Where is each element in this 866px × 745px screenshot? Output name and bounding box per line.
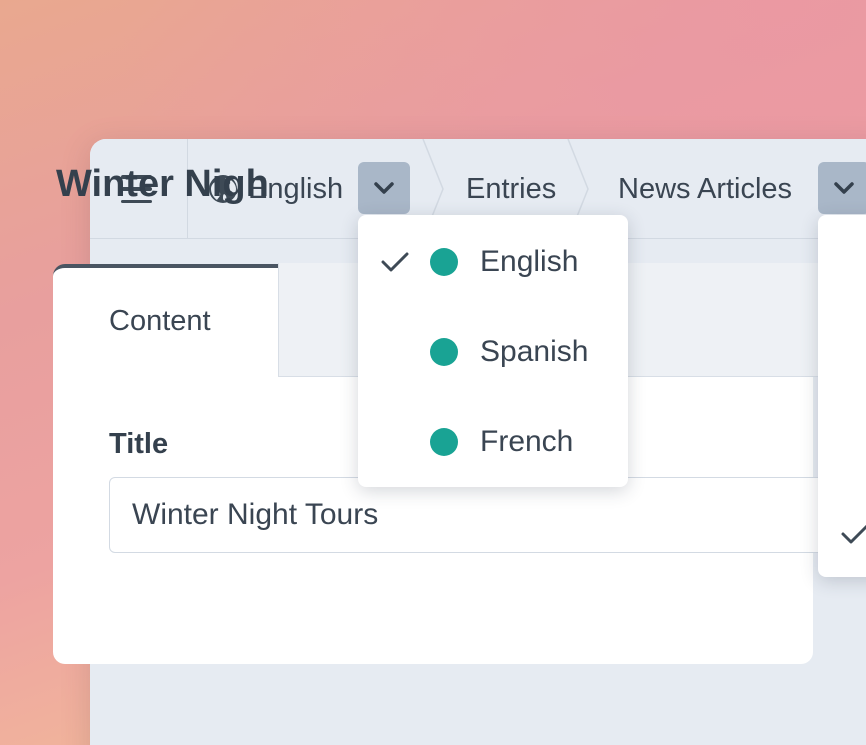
language-option-french[interactable]: French	[358, 397, 628, 487]
collection-dropdown-button[interactable]	[818, 162, 866, 214]
language-option-label: English	[480, 245, 579, 278]
breadcrumb-entries-label: Entries	[466, 172, 557, 205]
status-dot	[430, 428, 458, 456]
breadcrumb-collection-label: News Articles	[618, 172, 793, 205]
title-field-label: Title	[109, 428, 169, 460]
chevron-down-icon	[834, 182, 854, 194]
tab-content[interactable]: Content	[109, 305, 211, 338]
title-field[interactable]: Winter Night Tours	[109, 477, 829, 553]
status-dot	[430, 248, 458, 276]
title-field-value: Winter Night Tours	[132, 498, 379, 531]
language-dropdown-menu: English Spanish French	[358, 215, 628, 487]
check-icon	[381, 252, 409, 272]
page-title: Winter Nigh	[56, 163, 269, 205]
language-option-label: French	[480, 425, 574, 458]
breadcrumb-collection[interactable]: News Articles	[618, 139, 792, 239]
chevron-down-icon	[374, 182, 394, 194]
language-option-spanish[interactable]: Spanish	[358, 307, 628, 397]
language-option-label: Spanish	[480, 335, 589, 368]
status-dot	[430, 338, 458, 366]
check-icon	[841, 524, 866, 544]
collection-dropdown-menu	[818, 215, 866, 577]
language-dropdown-button[interactable]	[358, 162, 410, 214]
language-option-english[interactable]: English	[358, 217, 628, 307]
